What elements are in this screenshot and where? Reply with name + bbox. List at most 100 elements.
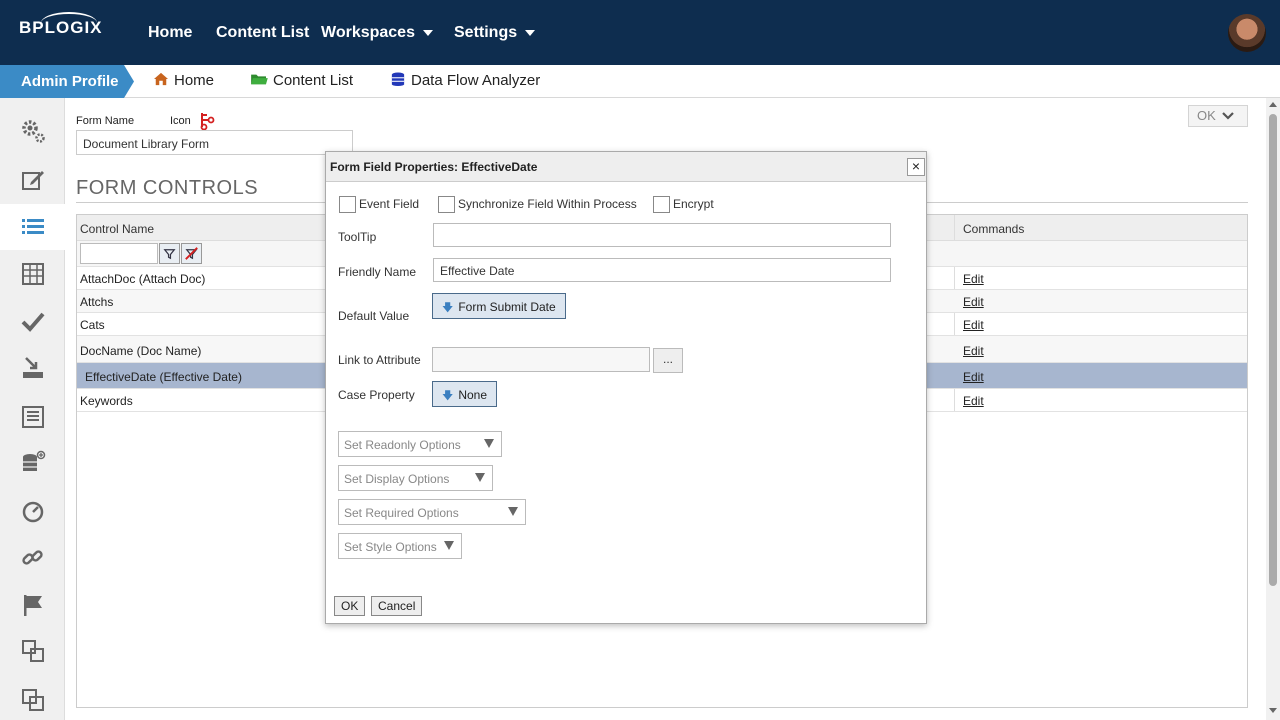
link-attribute-input[interactable] [432,347,650,372]
row-control-name: EffectiveDate (Effective Date) [85,370,242,384]
link-attribute-label: Link to Attribute [338,353,421,367]
icon-label: Icon [170,115,191,127]
event-field-checkbox[interactable] [339,196,356,213]
nav-home[interactable]: Home [148,24,192,42]
sync-field-checkbox[interactable] [438,196,455,213]
style-options-label: Set Style Options [344,540,437,554]
admin-profile-tab[interactable]: Admin Profile [0,65,134,98]
row-control-name: AttachDoc (Attach Doc) [80,272,206,286]
encrypt-label: Encrypt [673,197,714,211]
scroll-up-arrow[interactable] [1269,102,1277,107]
chevron-down-icon [1222,112,1234,120]
sidebar-links[interactable] [0,535,65,581]
bplogix-logo[interactable]: BPLOGIX [19,12,103,38]
filter-clear-button[interactable] [181,243,202,264]
sidebar-list[interactable] [0,204,65,250]
required-options-label: Set Required Options [344,506,459,520]
crumb-content-list-label: Content List [273,72,354,89]
scroll-down-arrow[interactable] [1269,708,1277,713]
filter-apply-button[interactable] [159,243,180,264]
case-property-button[interactable]: 🡇 None [432,381,497,407]
crumb-data-flow-analyzer[interactable]: Data Flow Analyzer [389,72,540,89]
crumb-home[interactable]: Home [152,72,214,89]
edit-link[interactable]: Edit [963,394,984,408]
sidebar-table[interactable] [0,251,65,297]
display-options-select[interactable]: Set Display Options [338,465,493,491]
filter-input[interactable] [80,243,158,264]
dialog-ok-button[interactable]: OK [334,596,366,616]
vertical-scrollbar[interactable] [1266,98,1280,720]
readonly-options-select[interactable]: Set Readonly Options [338,431,502,457]
nav-content-list[interactable]: Content List [216,24,309,42]
crumb-content-list[interactable]: Content List [249,72,353,89]
friendly-name-label: Friendly Name [338,265,417,279]
table-icon [21,263,44,285]
arrow-down-icon: 🡇 [442,390,454,402]
left-sidebar [0,98,65,720]
sidebar-database-add[interactable] [0,440,65,486]
home-icon [154,72,168,86]
arrow-down-icon: 🡇 [442,302,454,314]
edit-link[interactable]: Edit [963,318,984,332]
col-commands[interactable]: Commands [963,222,1024,236]
chevron-down-icon [525,29,536,36]
sidebar-flag[interactable] [0,582,65,628]
form-name-label: Form Name [76,115,135,127]
dialog-cancel-button[interactable]: Cancel [371,596,423,616]
sync-field-label: Synchronize Field Within Process [458,197,637,211]
edit-link[interactable]: Edit [963,295,984,309]
dialog-close-button[interactable]: × [907,158,925,176]
nav-settings[interactable]: Settings [454,24,536,42]
scroll-thumb[interactable] [1269,114,1277,586]
col-control-name[interactable]: Control Name [80,222,154,236]
friendly-name-input[interactable]: Effective Date [433,258,891,282]
case-property-label: Case Property [338,388,415,402]
dropdown-arrow-icon [444,541,454,550]
copy-icon [21,689,44,711]
gears-icon [21,120,45,143]
import-icon [22,357,43,378]
sidebar-edit[interactable] [0,157,65,203]
tooltip-input[interactable] [433,223,891,247]
user-avatar[interactable] [1228,14,1266,52]
section-title: FORM CONTROLS [76,177,259,199]
display-options-label: Set Display Options [344,472,450,486]
sidebar-settings[interactable] [0,108,65,154]
form-name-input[interactable]: Document Library Form [76,130,353,155]
edit-link[interactable]: Edit [963,272,984,286]
dropdown-arrow-icon [475,473,485,482]
link-icon [21,550,43,565]
required-options-select[interactable]: Set Required Options [338,499,526,525]
checkmark-icon [21,312,45,332]
sidebar-copy[interactable] [0,677,65,720]
default-value-label: Default Value [338,309,410,323]
dropdown-arrow-icon [508,507,518,516]
ok-dropdown-button[interactable]: OK [1188,105,1248,127]
flow-icon[interactable] [199,112,215,130]
encrypt-checkbox[interactable] [653,196,670,213]
dialog-title: Form Field Properties: EffectiveDate [326,152,926,182]
sidebar-import[interactable] [0,345,65,391]
windows-icon [21,640,44,662]
edit-link[interactable]: Edit [963,370,984,384]
form-field-properties-dialog: Form Field Properties: EffectiveDate × E… [325,151,927,624]
list-icon [21,219,44,234]
chevron-down-icon [422,29,433,36]
row-control-name: Cats [80,318,105,332]
sidebar-tasks[interactable] [0,298,65,344]
event-field-label: Event Field [359,197,420,211]
nav-workspaces[interactable]: Workspaces [321,24,433,42]
edit-link[interactable]: Edit [963,344,984,358]
folder-icon [251,74,268,85]
sidebar-dashboard[interactable] [0,488,65,534]
sidebar-document[interactable] [0,394,65,440]
nav-workspaces-label: Workspaces [321,24,415,41]
default-value-button[interactable]: 🡇 Form Submit Date [432,293,566,319]
edit-icon [21,171,44,190]
row-control-name: Keywords [80,394,133,408]
database-icon [391,72,405,86]
database-add-icon [22,450,45,471]
browse-attribute-button[interactable]: ... [653,348,683,373]
sidebar-windows[interactable] [0,628,65,674]
style-options-select[interactable]: Set Style Options [338,533,462,559]
